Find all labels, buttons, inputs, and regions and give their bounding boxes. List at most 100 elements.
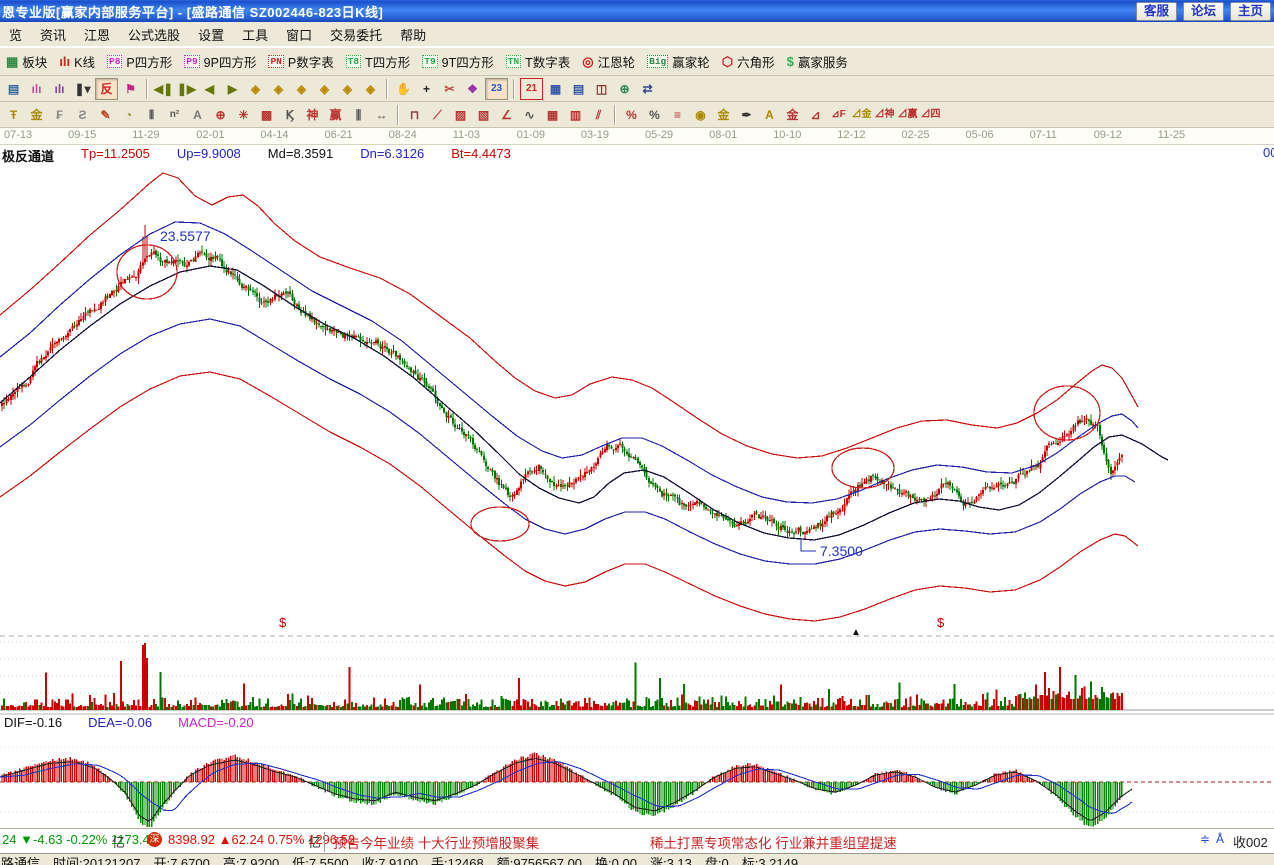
- next-bar-icon[interactable]: ▶: [222, 79, 243, 99]
- percent-icon[interactable]: %: [621, 105, 642, 125]
- menu-item-3[interactable]: 公式选股: [119, 23, 189, 46]
- square-num-icon[interactable]: n²: [164, 105, 185, 125]
- target-icon[interactable]: ⊕: [210, 105, 231, 125]
- toolbar-item-11[interactable]: $赢家服务: [787, 52, 848, 71]
- tool-icon: ◎: [582, 55, 593, 68]
- gold-angle-icon[interactable]: 金: [782, 105, 803, 125]
- zoom-diamond-5-icon[interactable]: ◈: [337, 79, 358, 99]
- shen-grid-icon[interactable]: 神: [302, 105, 323, 125]
- chart-area[interactable]: 23.55777.3500$$▲ 极反通道 Tp=11.2505Up=9.900…: [0, 145, 1274, 828]
- menu-item-0[interactable]: 览: [0, 23, 31, 46]
- web-export-icon[interactable]: ⊕: [614, 79, 635, 99]
- menu-item-1[interactable]: 资讯: [31, 23, 75, 46]
- gann-tool-icon[interactable]: Ŧ: [3, 105, 24, 125]
- toolbar-item-6[interactable]: T99T四方形: [422, 52, 494, 71]
- angle-f-icon[interactable]: ⊿F: [828, 105, 849, 125]
- gold-grid-icon[interactable]: 金: [26, 105, 47, 125]
- notepad-icon[interactable]: ▤: [568, 79, 589, 99]
- spiral-tool-icon[interactable]: Ƨ: [72, 105, 93, 125]
- scale-icon[interactable]: ⫼: [348, 105, 369, 125]
- scissors-icon[interactable]: ✂: [439, 79, 460, 99]
- news-headline-1[interactable]: 预告今年业绩 十大行业预增股聚集: [333, 832, 539, 852]
- kline-mark-icon[interactable]: Ϗ: [279, 105, 300, 125]
- zoom-diamond-4-icon[interactable]: ◈: [314, 79, 335, 99]
- gann-fan2-icon[interactable]: ▧: [473, 105, 494, 125]
- toolbar-item-7[interactable]: TNT数字表: [506, 52, 571, 71]
- gold-circle-icon[interactable]: ◉: [690, 105, 711, 125]
- news-headline-2[interactable]: 稀土打黑专项常态化 行业兼并重组望提速: [650, 832, 897, 852]
- menu-item-8[interactable]: 帮助: [391, 23, 435, 46]
- toolbar-item-0[interactable]: ▦板块: [6, 52, 47, 71]
- label-icon[interactable]: A: [187, 105, 208, 125]
- first-bar-icon[interactable]: ◀❚: [153, 79, 174, 99]
- toolbar-item-10[interactable]: ⬡六角形: [722, 52, 775, 71]
- zoom-diamond-1-icon[interactable]: ◈: [245, 79, 266, 99]
- grid-box-icon[interactable]: ▩: [256, 105, 277, 125]
- ticker-divider: [324, 832, 325, 852]
- percent2-icon[interactable]: %: [644, 105, 665, 125]
- box-tool-icon[interactable]: ⊓: [404, 105, 425, 125]
- forum-button[interactable]: 论坛: [1183, 2, 1224, 21]
- pen-icon[interactable]: ✎: [95, 105, 116, 125]
- zoom-diamond-2-icon[interactable]: ◈: [268, 79, 289, 99]
- toolbar-item-2[interactable]: P8P四方形: [107, 52, 172, 71]
- ying-grid-icon[interactable]: 赢: [325, 105, 346, 125]
- homepage-button[interactable]: 主页: [1230, 2, 1271, 21]
- gold-line-icon[interactable]: 金: [713, 105, 734, 125]
- zoom-diamond-3-icon[interactable]: ◈: [291, 79, 312, 99]
- wave-icon[interactable]: ∿: [519, 105, 540, 125]
- angle-shen-icon[interactable]: ⊿神: [874, 105, 895, 125]
- chart-p3-icon[interactable]: ılı: [26, 79, 47, 99]
- jifan-channel-icon[interactable]: 反: [95, 78, 118, 100]
- gann-fan-icon[interactable]: ▨: [450, 105, 471, 125]
- toolbar-item-4[interactable]: PNP数字表: [268, 52, 333, 71]
- angle-j-icon[interactable]: ⊿: [805, 105, 826, 125]
- angle-four-icon[interactable]: ⊿四: [920, 105, 941, 125]
- chart-p9-icon[interactable]: ılı: [49, 79, 70, 99]
- transfer-icon[interactable]: ⇄: [637, 79, 658, 99]
- toolbar-item-5[interactable]: T8T四方形: [346, 52, 411, 71]
- cycle-tool-icon[interactable]: ◔: [118, 105, 139, 125]
- crosshair-icon[interactable]: +: [416, 79, 437, 99]
- wave-23-icon[interactable]: 23: [485, 78, 508, 100]
- save-icon[interactable]: ◫: [591, 79, 612, 99]
- menu-item-4[interactable]: 设置: [189, 23, 233, 46]
- customer-service-button[interactable]: 客服: [1136, 2, 1177, 21]
- calculator-icon[interactable]: ▦: [545, 79, 566, 99]
- angle-ying-icon[interactable]: ⊿赢: [897, 105, 918, 125]
- ticker-list-icon[interactable]: ≑: [1200, 832, 1210, 846]
- ticker-user-icon[interactable]: Å: [1216, 832, 1224, 846]
- toolbar-item-3[interactable]: P99P四方形: [184, 52, 256, 71]
- flag-icon[interactable]: ⚑: [120, 79, 141, 99]
- angle-icon[interactable]: ∠: [496, 105, 517, 125]
- menu-item-2[interactable]: 江恩: [75, 23, 119, 46]
- prev-bar-icon[interactable]: ◀: [199, 79, 220, 99]
- parallel-lines-icon[interactable]: ⫽: [588, 105, 609, 125]
- measure-icon[interactable]: ↔: [371, 105, 392, 125]
- ink-pen-icon[interactable]: ✒: [736, 105, 757, 125]
- tools-icon[interactable]: ❖: [462, 79, 483, 99]
- toolbar-item-9[interactable]: Big赢家轮: [647, 52, 710, 71]
- calendar-icon[interactable]: 21: [520, 78, 543, 100]
- fib-tool-icon[interactable]: ₣: [49, 105, 70, 125]
- menu-item-5[interactable]: 工具: [233, 23, 277, 46]
- date-tick-label: 11-03: [453, 129, 480, 141]
- svg-text:$: $: [279, 615, 287, 630]
- last-bar-icon[interactable]: ❚▶: [176, 79, 197, 99]
- menu-item-7[interactable]: 交易委托: [321, 23, 391, 46]
- gann-grid-icon[interactable]: ▦: [542, 105, 563, 125]
- toolbar-item-1[interactable]: ılıK线: [59, 52, 95, 71]
- ruler-icon[interactable]: ⫴: [141, 105, 162, 125]
- levels-icon[interactable]: ≡: [667, 105, 688, 125]
- gann-grid2-icon[interactable]: ▥: [565, 105, 586, 125]
- ray-fan-icon[interactable]: ⟋: [427, 105, 448, 125]
- toolbar-item-8[interactable]: ◎江恩轮: [582, 52, 635, 71]
- angle-gold-icon[interactable]: ⊿金: [851, 105, 872, 125]
- candle-type-icon[interactable]: ❚▾: [72, 79, 93, 99]
- text-grid-icon[interactable]: A: [759, 105, 780, 125]
- report-icon[interactable]: ▤: [3, 79, 24, 99]
- zoom-diamond-6-icon[interactable]: ◈: [360, 79, 381, 99]
- menu-item-6[interactable]: 窗口: [277, 23, 321, 46]
- hand-icon[interactable]: ✋: [393, 79, 414, 99]
- star-grid-icon[interactable]: ✳: [233, 105, 254, 125]
